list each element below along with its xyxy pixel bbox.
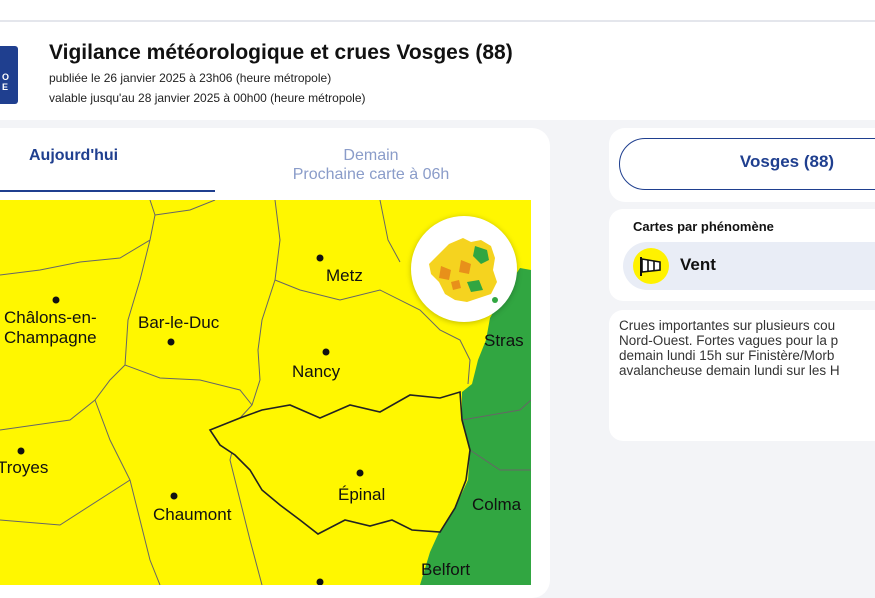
france-overview-map[interactable]: [411, 216, 517, 322]
city-label-chalons-1: Châlons-en-: [4, 308, 97, 327]
city-label-epinal: Épinal: [338, 485, 385, 504]
city-label-strasbourg: Stras: [484, 331, 524, 350]
active-tab-indicator: [0, 190, 215, 192]
city-label-nancy: Nancy: [292, 362, 341, 381]
tab-tomorrow-label: Demain: [343, 147, 399, 164]
summary-line: demain lundi 15h sur Finistère/Morb: [619, 348, 835, 363]
published-date: publiée le 26 janvier 2025 à 23h06 (heur…: [49, 71, 332, 85]
summary-line: Nord-Ouest. Fortes vagues pour la p: [619, 333, 839, 348]
france-map-icon: [429, 238, 498, 303]
city-label-metz: Metz: [326, 266, 363, 285]
tab-tomorrow[interactable]: Demain Prochaine carte à 06h: [215, 146, 527, 184]
city-label-bar-le-duc: Bar-le-Duc: [138, 313, 220, 332]
department-label: Vosges (88): [739, 152, 835, 171]
tab-today[interactable]: Aujourd'hui: [29, 147, 118, 165]
meteo-france-logo[interactable]: OE: [0, 46, 18, 104]
city-label-belfort: Belfort: [421, 560, 470, 579]
valid-until-date: valable jusqu'au 28 janvier 2025 à 00h00…: [49, 91, 366, 105]
city-label-troyes: Troyes: [0, 458, 48, 477]
summary-line: avalancheuse demain lundi sur les H: [619, 363, 840, 378]
phenomena-title: Cartes par phénomène: [633, 219, 774, 234]
wind-sock-icon: [633, 248, 669, 284]
city-label-colmar: Colma: [472, 495, 522, 514]
vigilance-summary: Crues importantes sur plusieurs cou Nord…: [619, 318, 875, 378]
city-label-chalons-2: Champagne: [4, 328, 97, 347]
phenomenon-label-wind: Vent: [680, 255, 716, 274]
summary-line: Crues importantes sur plusieurs cou: [619, 318, 836, 333]
page-title: Vigilance météorologique et crues Vosges…: [49, 41, 513, 64]
top-bar: [0, 0, 875, 22]
tab-tomorrow-next-map: Prochaine carte à 06h: [292, 166, 450, 183]
city-label-chaumont: Chaumont: [153, 505, 232, 524]
